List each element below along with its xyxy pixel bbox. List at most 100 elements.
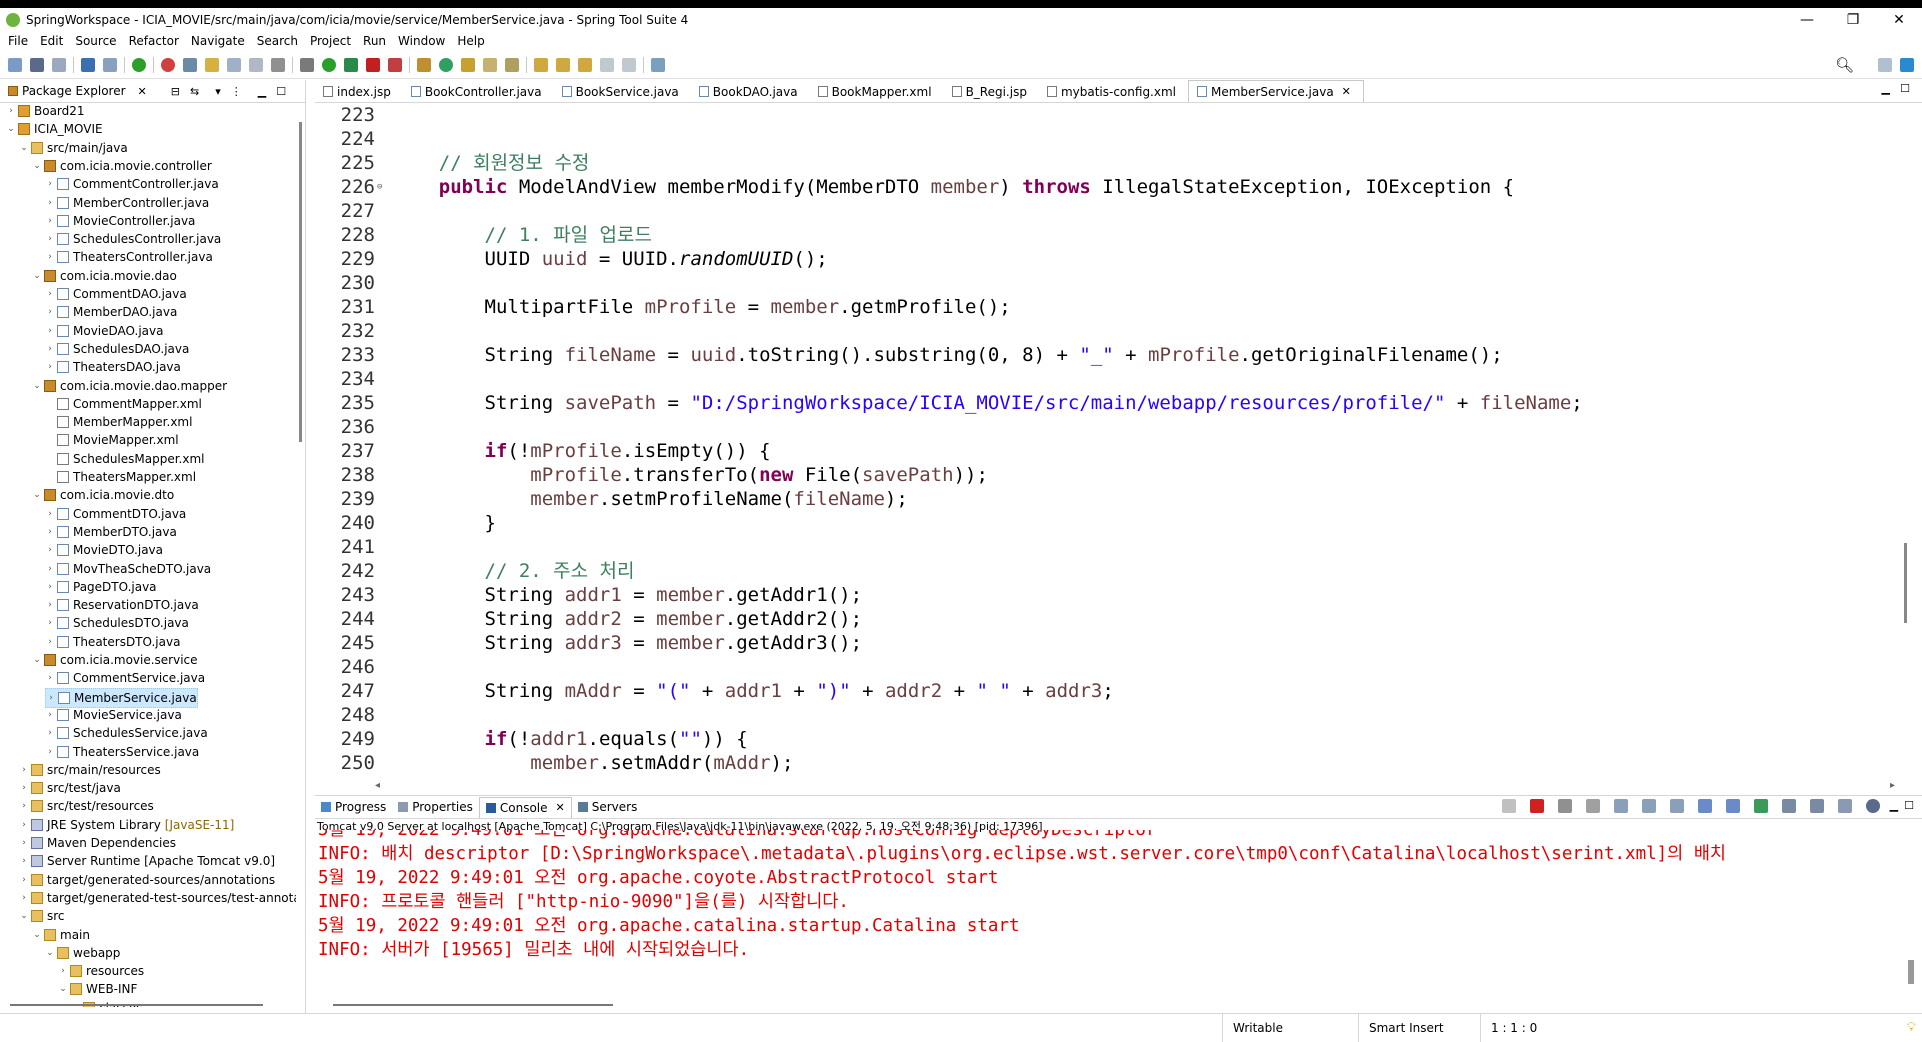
tab-progress[interactable]: Progress — [315, 797, 392, 817]
tab-mybatis-config[interactable]: mybatis-config.xml — [1039, 81, 1188, 102]
tree-item[interactable]: ⌄ com.icia.movie.service — [32, 651, 197, 669]
tree-item[interactable]: › SchedulesService.java — [45, 724, 208, 742]
tree-item[interactable]: › Server Runtime [Apache Tomcat v9.0] — [19, 852, 275, 870]
link-with-editor-icon[interactable]: ⇆ — [190, 85, 199, 98]
tab-properties[interactable]: Properties — [392, 797, 479, 817]
tab-index-jsp[interactable]: index.jsp — [315, 81, 403, 102]
forward-icon[interactable] — [622, 58, 636, 72]
fold-icon[interactable]: ⊖ — [377, 175, 387, 199]
tree-item[interactable]: ⌄ main — [32, 926, 90, 944]
tree-item[interactable]: › src/main/resources — [19, 761, 161, 779]
menu-window[interactable]: Window — [398, 34, 445, 48]
restart-icon[interactable] — [1501, 799, 1516, 813]
chevron-right-icon[interactable]: › — [19, 834, 29, 852]
tree-item[interactable]: ⌄ webapp — [45, 944, 120, 962]
tree-item[interactable]: ⌄ com.icia.movie.dao.mapper — [32, 377, 227, 395]
tree-item[interactable]: ⌄ WEB-INF — [58, 980, 137, 998]
package-explorer-scrollbar[interactable] — [297, 102, 305, 1007]
chevron-down-icon[interactable]: ⌄ — [19, 907, 29, 925]
remove-launch-icon[interactable] — [1557, 799, 1572, 813]
chevron-down-icon[interactable]: ⌄ — [32, 651, 42, 669]
status-insert-mode[interactable]: Smart Insert — [1358, 1014, 1489, 1042]
chevron-right-icon[interactable]: › — [45, 322, 55, 340]
menu-edit[interactable]: Edit — [40, 34, 63, 48]
save-icon[interactable] — [30, 58, 44, 72]
maximize-button[interactable]: ❐ — [1830, 8, 1876, 32]
tree-item[interactable]: › MemberDAO.java — [45, 303, 177, 321]
tab-memberservice[interactable]: MemberService.java ✕ — [1188, 80, 1364, 102]
open-console-icon[interactable] — [1809, 799, 1824, 813]
display-selected-console-icon[interactable] — [1781, 799, 1796, 813]
package-explorer-tab[interactable]: Package Explorer — [22, 84, 126, 98]
close-button[interactable]: ✕ — [1876, 8, 1922, 32]
code-editor[interactable]: 223 224 225 // 회원정보 수정 226 ⊖ public Model… — [315, 103, 1902, 773]
console-output[interactable]: 5월 19, 2022 9:49:01 오전 org.apache.catali… — [318, 830, 1908, 990]
chevron-right-icon[interactable]: › — [45, 560, 55, 578]
menu-refactor[interactable]: Refactor — [129, 34, 179, 48]
chevron-right-icon[interactable]: › — [45, 175, 55, 193]
chevron-right-icon[interactable]: › — [19, 889, 29, 907]
console-scrollbar[interactable] — [1908, 960, 1914, 984]
scrollbar-thumb[interactable] — [1904, 543, 1907, 623]
maximize-view-icon[interactable]: ☐ — [1904, 799, 1914, 813]
word-wrap-icon[interactable] — [1669, 799, 1684, 813]
scrollbar-thumb[interactable] — [299, 122, 302, 442]
search-icon[interactable]: 🔍︎ — [1835, 56, 1854, 74]
tree-item[interactable]: › CommentDTO.java — [45, 505, 186, 523]
notification-icon[interactable]: 💡︎ — [1907, 1020, 1916, 1035]
gear-icon[interactable] — [1865, 799, 1880, 813]
tree-item[interactable]: › MemberService.java — [45, 687, 198, 708]
chevron-right-icon[interactable]: › — [45, 633, 55, 651]
chevron-right-icon[interactable]: › — [45, 614, 55, 632]
show-on-stderr-icon[interactable] — [1725, 799, 1740, 813]
external-tools-icon[interactable] — [388, 58, 402, 72]
chevron-right-icon[interactable]: › — [45, 706, 55, 724]
chevron-right-icon[interactable]: › — [45, 340, 55, 358]
coverage-icon[interactable] — [344, 58, 358, 72]
tree-item[interactable]: › CommentDAO.java — [45, 285, 187, 303]
tree-item[interactable]: MemberMapper.xml — [45, 413, 192, 431]
run-icon[interactable] — [322, 58, 336, 72]
tree-item[interactable]: › MovieController.java — [45, 212, 195, 230]
chevron-right-icon[interactable]: › — [45, 541, 55, 559]
show-on-stdout-icon[interactable] — [1697, 799, 1712, 813]
chevron-down-icon[interactable]: ⌄ — [6, 120, 16, 138]
tab-bookmapper[interactable]: BookMapper.xml — [810, 81, 944, 102]
tree-item[interactable]: › resources — [58, 962, 144, 980]
maximize-view-icon[interactable]: ☐ — [1900, 82, 1910, 95]
chevron-right-icon[interactable]: › — [19, 852, 29, 870]
chevron-right-icon[interactable]: › — [45, 194, 55, 212]
new-icon[interactable] — [8, 58, 22, 72]
stop-icon[interactable] — [366, 58, 380, 72]
chevron-right-icon[interactable]: › — [45, 505, 55, 523]
word-wrap-icon[interactable] — [227, 58, 241, 72]
new-java-package-icon[interactable] — [417, 58, 431, 72]
chevron-right-icon[interactable]: › — [45, 724, 55, 742]
tree-item[interactable]: › JRE System Library [JavaSE-11] — [19, 816, 234, 834]
menu-navigate[interactable]: Navigate — [191, 34, 245, 48]
scroll-left-icon[interactable]: ◂ — [375, 780, 380, 791]
next-annotation-icon[interactable] — [534, 58, 548, 72]
last-edit-location-icon[interactable] — [578, 58, 592, 72]
show-whitespace-icon[interactable] — [271, 58, 285, 72]
menu-run[interactable]: Run — [363, 34, 386, 48]
chevron-right-icon[interactable]: › — [45, 285, 55, 303]
link-with-editor-icon[interactable] — [1837, 799, 1852, 813]
menu-project[interactable]: Project — [310, 34, 351, 48]
tree-item[interactable]: SchedulesMapper.xml — [45, 450, 205, 468]
tab-servers[interactable]: Servers — [572, 797, 644, 817]
chevron-right-icon[interactable]: › — [45, 303, 55, 321]
pin-console-icon[interactable] — [1753, 799, 1768, 813]
tree-item[interactable]: › TheatersController.java — [45, 248, 213, 266]
back-icon[interactable] — [600, 58, 614, 72]
chevron-right-icon[interactable]: › — [46, 689, 56, 707]
tree-item[interactable]: › MovieDTO.java — [45, 541, 163, 559]
editor-horizontal-scrollbar[interactable]: ◂ ▸ — [375, 780, 1895, 791]
toggle-mark-occurrences-icon[interactable] — [205, 58, 219, 72]
tree-item[interactable]: › SchedulesController.java — [45, 230, 221, 248]
minimize-view-icon[interactable]: ▁ — [258, 85, 266, 98]
filter-icon[interactable]: ▾ — [215, 85, 221, 98]
minimize-button[interactable]: — — [1784, 8, 1830, 32]
tree-item[interactable]: › target/generated-test-sources/test-anno… — [19, 889, 296, 907]
tree-item[interactable]: ⌄ com.icia.movie.dao — [32, 267, 177, 285]
